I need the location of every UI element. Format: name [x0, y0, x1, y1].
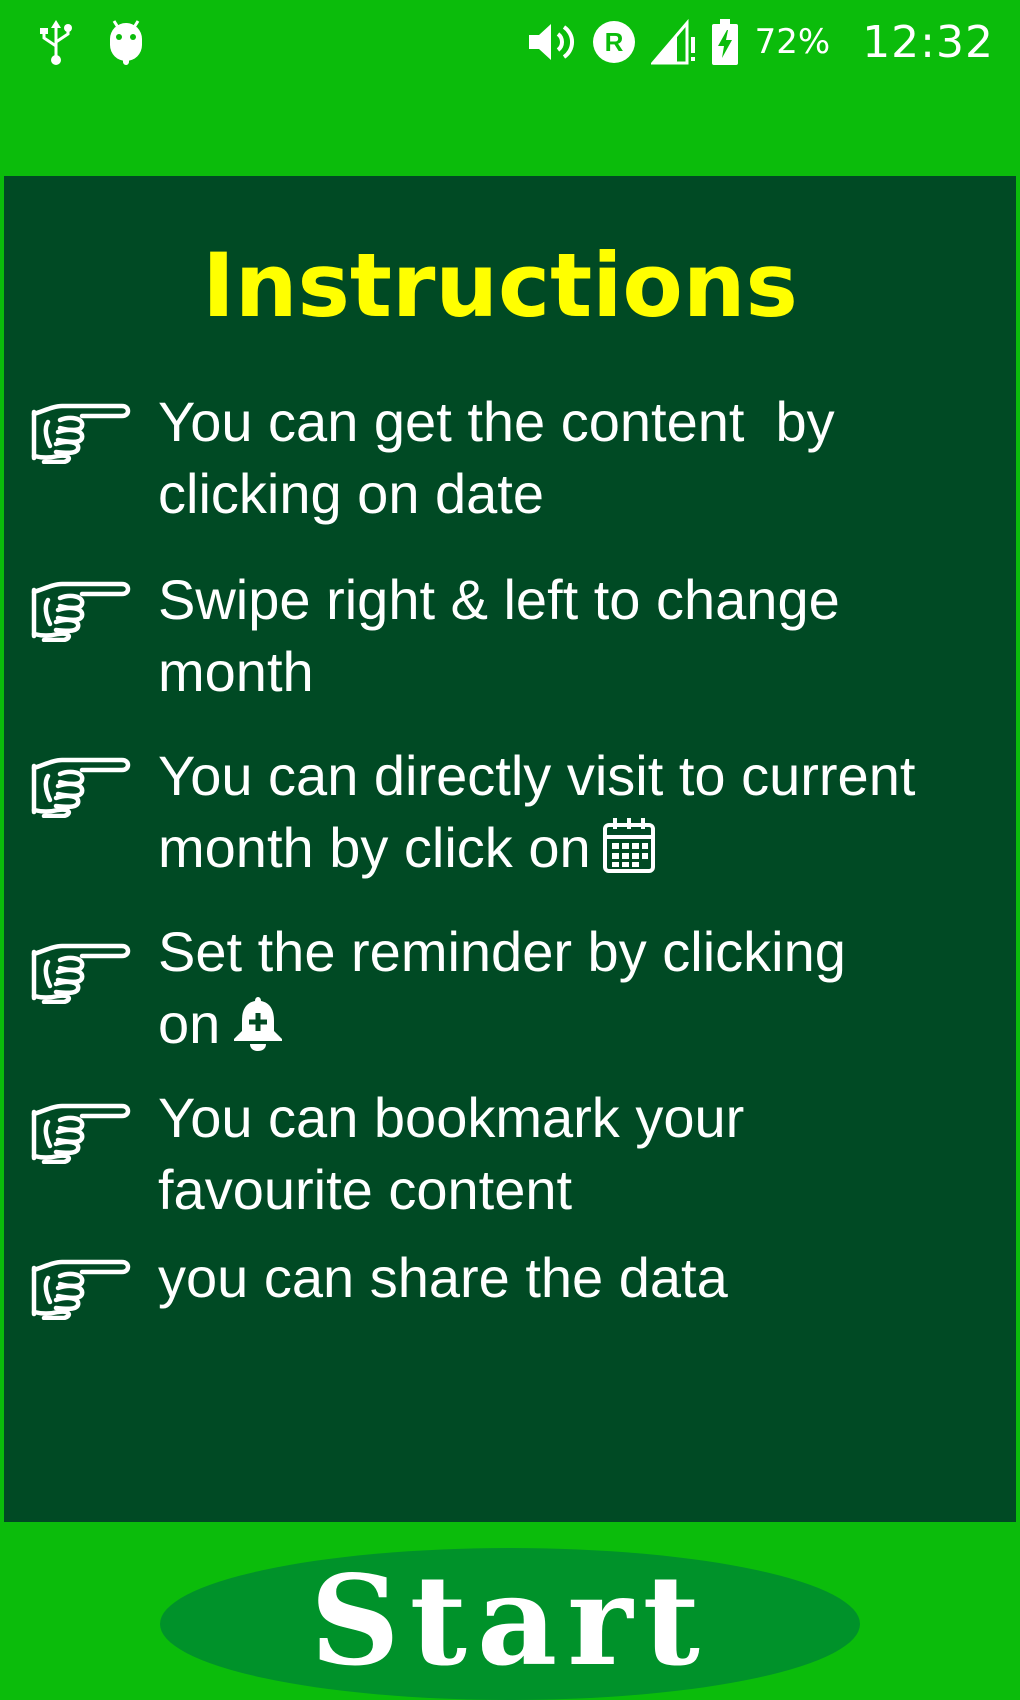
volume-icon [527, 20, 577, 64]
clock: 12:32 [862, 16, 994, 68]
instruction-text: You can bookmark your favourite content [158, 1086, 745, 1221]
instruction-text: you can share the data [158, 1246, 728, 1309]
instructions-panel: Instructions You can get the content by … [4, 176, 1016, 1522]
status-bar: R 72% 12:32 [0, 0, 1020, 86]
app-screen: R 72% 12:32 Instructions You can get the… [0, 0, 1020, 1700]
battery-percentage: 72% [754, 22, 831, 62]
android-icon [106, 17, 146, 67]
pointing-hand-icon [30, 1254, 136, 1320]
start-button[interactable]: Start [160, 1548, 860, 1700]
pointing-hand-icon [30, 1098, 136, 1164]
instruction-text: Set the reminder by clicking on [158, 916, 1018, 1060]
instruction-text: Swipe right & left to change month [158, 568, 840, 703]
instructions-list: You can get the content by clicking on d… [4, 176, 1016, 1522]
pointing-hand-icon [30, 398, 136, 464]
battery-charging-icon [711, 18, 739, 66]
add-alarm-bell-icon [234, 997, 283, 1051]
svg-text:R: R [604, 27, 623, 57]
pointing-hand-icon [30, 752, 136, 818]
instruction-text: You can directly visit to current month … [158, 740, 1018, 884]
status-right-icons: R 72% 12:32 [527, 14, 994, 70]
instruction-text: You can get the content by clicking on d… [158, 390, 835, 525]
calendar-icon [602, 818, 655, 873]
instruction-text-content: You can directly visit to current month … [158, 744, 916, 879]
pointing-hand-icon [30, 938, 136, 1004]
status-left-icons [38, 14, 146, 70]
roaming-icon: R [591, 19, 637, 65]
start-button-label: Start [310, 1549, 710, 1694]
usb-icon [38, 18, 74, 66]
signal-icon [650, 19, 697, 65]
pointing-hand-icon [30, 576, 136, 642]
